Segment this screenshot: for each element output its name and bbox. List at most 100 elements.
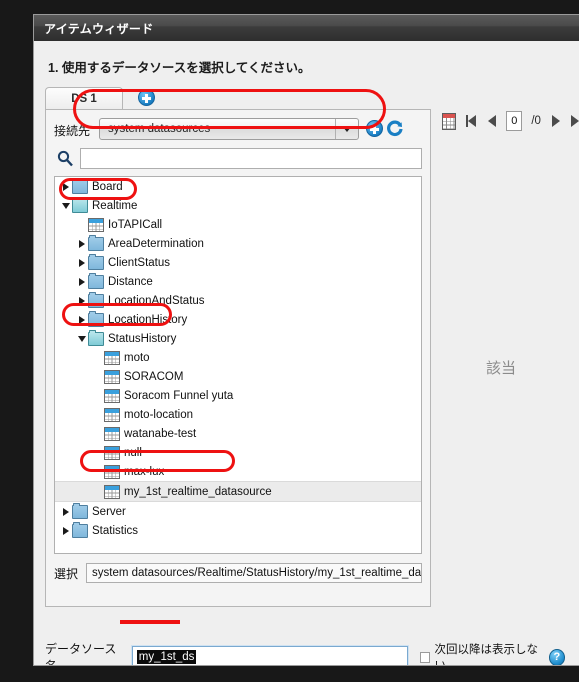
add-connection-icon[interactable] (366, 120, 383, 137)
table-icon (104, 408, 120, 422)
tree-node[interactable]: Soracom Funnel yuta (55, 386, 421, 405)
tree-node-label: StatusHistory (108, 332, 177, 345)
chevron-right-icon[interactable] (75, 234, 88, 253)
chevron-right-icon[interactable] (75, 272, 88, 291)
datasource-panel: 接続先 system datasources Board Realtime Io… (45, 109, 431, 607)
table-grid-icon[interactable] (442, 112, 457, 130)
first-page-icon[interactable] (465, 113, 477, 129)
tree-node-label: LocationHistory (108, 313, 188, 326)
dialog-body: 1. 使用するデータソースを選択してください。 DS 1 接続先 system … (34, 41, 579, 665)
datasource-name-value: my_1st_ds (136, 650, 197, 664)
tree-node[interactable]: watanabe-test (55, 424, 421, 443)
tab-ds-1[interactable]: DS 1 (45, 87, 123, 109)
tree-node[interactable]: LocationHistory (55, 310, 421, 329)
refresh-icon[interactable] (386, 120, 404, 138)
folder-closed-icon (88, 235, 104, 251)
table-icon (104, 446, 120, 460)
last-page-icon[interactable] (570, 113, 579, 129)
chevron-right-icon[interactable] (59, 521, 72, 540)
table-icon (104, 351, 120, 365)
tree-node-label: ClientStatus (108, 256, 171, 269)
tree-node[interactable]: moto (55, 348, 421, 367)
add-datasource-tab-icon[interactable] (138, 89, 155, 106)
folder-closed-icon (72, 178, 88, 194)
tree-node-label: Realtime (92, 199, 138, 212)
tree-node[interactable]: StatusHistory (55, 329, 421, 348)
folder-closed-icon (88, 254, 104, 270)
tree-node[interactable]: Realtime (55, 196, 421, 215)
previous-page-icon[interactable] (486, 113, 498, 129)
dont-show-again-checkbox[interactable] (420, 651, 431, 663)
table-icon (104, 370, 120, 384)
table-icon (104, 427, 120, 441)
chevron-right-icon[interactable] (59, 177, 72, 196)
chevron-right-icon[interactable] (75, 253, 88, 272)
folder-open-icon (72, 197, 88, 213)
table-icon (88, 218, 104, 232)
table-icon (104, 465, 120, 479)
next-page-icon[interactable] (550, 113, 562, 129)
folder-closed-icon (88, 311, 104, 327)
tree-node-label: Server (92, 505, 126, 518)
folder-closed-icon (88, 292, 104, 308)
datasource-name-label: データソース名 (45, 642, 117, 666)
search-input[interactable] (80, 148, 422, 169)
page-number-input[interactable]: 0 (506, 111, 523, 131)
search-row (54, 148, 422, 170)
tree-node-label: Soracom Funnel yuta (124, 389, 234, 402)
tree-node-label: moto (124, 351, 150, 364)
tree-node[interactable]: AreaDetermination (55, 234, 421, 253)
tab-label: DS 1 (71, 92, 97, 105)
chevron-down-icon[interactable] (75, 329, 88, 348)
tree-node-label: watanabe-test (124, 427, 197, 440)
tree-node[interactable]: Distance (55, 272, 421, 291)
connection-selected-value: system datasources (108, 123, 211, 135)
folder-closed-icon (72, 522, 88, 538)
tree-node-label: LocationAndStatus (108, 294, 205, 307)
table-icon (104, 485, 120, 499)
dont-show-again-label: 次回以降は表示しない (434, 644, 538, 666)
table-icon (104, 389, 120, 403)
chevron-down-icon[interactable] (59, 196, 72, 215)
tree-node[interactable]: moto-location (55, 405, 421, 424)
tree-node[interactable]: SORACOM (55, 367, 421, 386)
tree-node-label: null (124, 446, 142, 459)
chevron-down-icon[interactable] (335, 119, 358, 139)
tree-node-label: Statistics (92, 524, 139, 537)
tree-node[interactable]: my_1st_realtime_datasource (55, 481, 421, 502)
datasource-name-input[interactable]: my_1st_ds (131, 646, 408, 665)
folder-closed-icon (72, 503, 88, 519)
chevron-right-icon[interactable] (75, 310, 88, 329)
connection-row: 接続先 system datasources (54, 118, 422, 142)
datasource-tree[interactable]: Board Realtime IoTAPICall AreaDetermination… (54, 176, 422, 554)
selection-row: 選択 system datasources/Realtime/StatusHis… (54, 560, 422, 586)
chevron-right-icon[interactable] (59, 502, 72, 521)
connection-dropdown[interactable]: system datasources (99, 118, 359, 140)
tree-node[interactable]: Server (55, 502, 421, 521)
tree-node[interactable]: Board (55, 177, 421, 196)
step-title: 1. 使用するデータソースを選択してください。 (48, 61, 311, 75)
selection-label: 選択 (54, 566, 79, 581)
tree-node-label: moto-location (124, 408, 194, 421)
tree-node[interactable]: IoTAPICall (55, 215, 421, 234)
chevron-right-icon[interactable] (75, 291, 88, 310)
tree-node[interactable]: max-lux (55, 462, 421, 481)
tree-node-label: Distance (108, 275, 153, 288)
search-icon[interactable] (56, 149, 74, 167)
help-icon[interactable]: ? (548, 648, 565, 665)
folder-closed-icon (88, 273, 104, 289)
tree-node[interactable]: Statistics (55, 521, 421, 540)
tree-node[interactable]: LocationAndStatus (55, 291, 421, 310)
tree-node[interactable]: ClientStatus (55, 253, 421, 272)
datasource-name-row: データソース名 my_1st_ds 次回以降は表示しない ? (45, 642, 565, 665)
selection-path: system datasources/Realtime/StatusHistor… (86, 563, 422, 583)
window-title: アイテムウィザード (44, 21, 154, 36)
tree-node[interactable]: null (55, 443, 421, 462)
dont-show-again-row[interactable]: 次回以降は表示しない (420, 641, 543, 666)
item-wizard-dialog: アイテムウィザード 1. 使用するデータソースを選択してください。 DS 1 接… (33, 14, 579, 666)
